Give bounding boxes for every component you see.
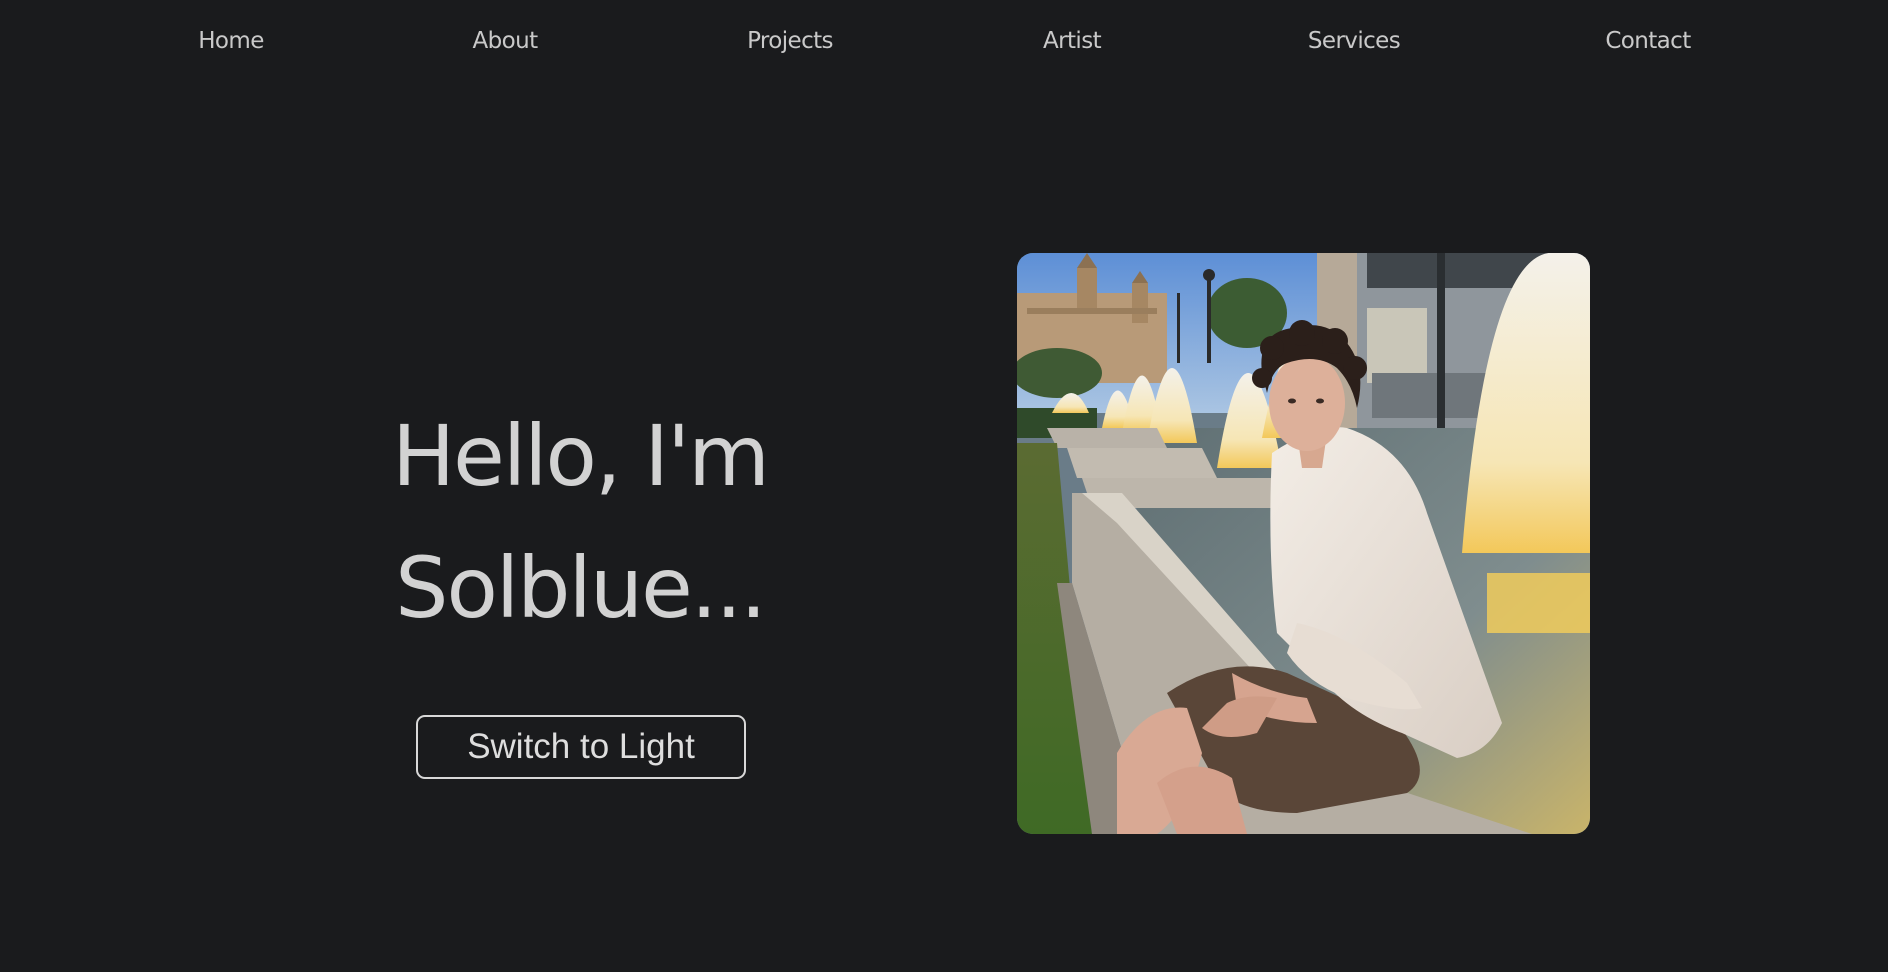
nav-link-projects[interactable]: Projects [747, 28, 833, 54]
page: Home About Projects Artist Services Cont… [0, 0, 1888, 972]
hero-title-line-1: Hello, I'm [391, 407, 770, 505]
switch-theme-button[interactable]: Switch to Light [416, 715, 746, 779]
profile-photo [1017, 253, 1590, 834]
nav-link-about[interactable]: About [472, 28, 538, 54]
hero-title-line-2: Solblue... [395, 539, 767, 637]
nav-link-artist[interactable]: Artist [1043, 28, 1102, 54]
hero-title: Hello, I'm Solblue... [280, 390, 880, 654]
top-nav: Home About Projects Artist Services Cont… [0, 28, 1888, 68]
profile-photo-illustration [1017, 253, 1590, 834]
nav-link-home[interactable]: Home [198, 28, 264, 54]
nav-link-services[interactable]: Services [1308, 28, 1401, 54]
nav-link-contact[interactable]: Contact [1605, 28, 1691, 54]
